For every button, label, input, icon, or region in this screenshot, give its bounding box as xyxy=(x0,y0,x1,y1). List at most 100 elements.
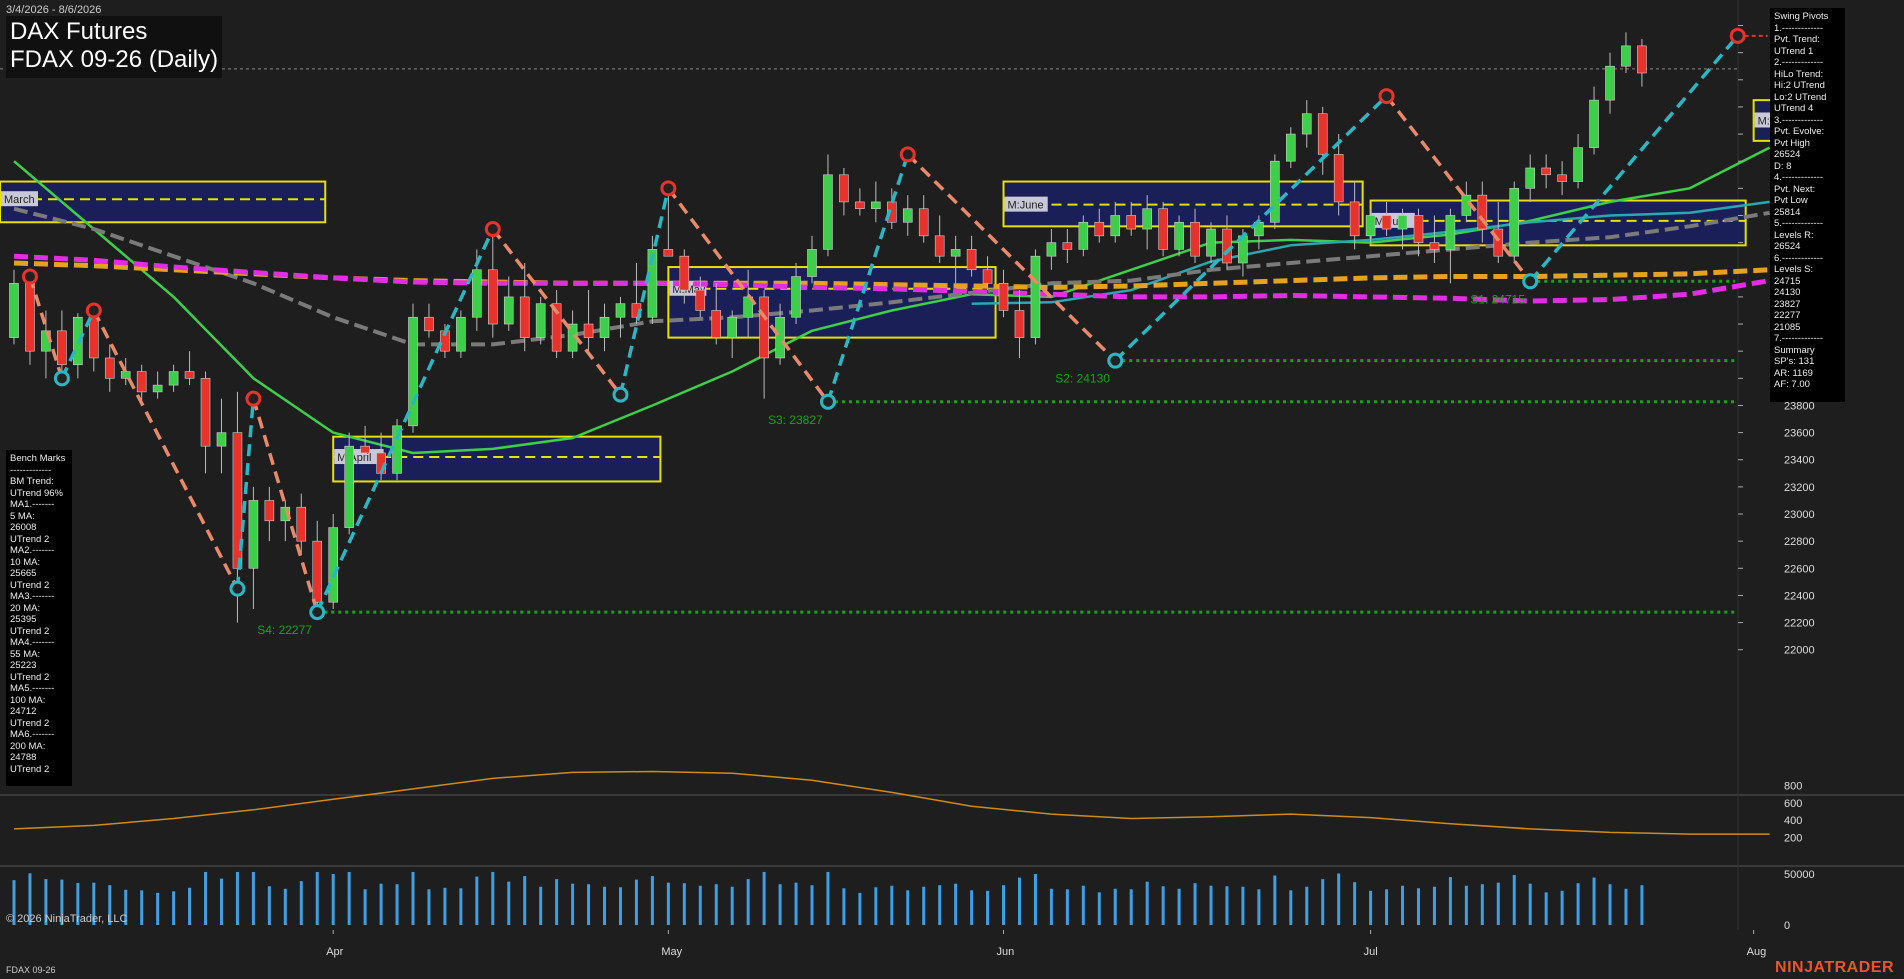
candle-body xyxy=(248,500,259,569)
candle-body xyxy=(264,500,275,522)
volume-bar xyxy=(1576,883,1580,925)
y-tick-label: 23800 xyxy=(1784,400,1815,412)
volume-bar xyxy=(890,885,894,925)
swing-high-marker xyxy=(899,146,916,163)
candle-body xyxy=(519,296,530,338)
volume-bar xyxy=(906,890,910,925)
volume-bar xyxy=(1289,890,1293,925)
candle-body xyxy=(934,235,945,257)
volume-bar xyxy=(938,885,942,925)
swing-pivots-line: 25814 xyxy=(1774,206,1801,218)
candle-body xyxy=(312,540,323,603)
benchmarks-line: 10 MA: xyxy=(10,556,41,568)
volume-bar xyxy=(1002,885,1006,925)
volume-bar xyxy=(682,883,686,925)
volume-bar xyxy=(315,871,319,925)
swing-line xyxy=(315,228,495,613)
candle-body xyxy=(663,249,674,257)
swing-line xyxy=(618,187,671,395)
volume-bar xyxy=(1241,886,1245,925)
indicator-tick-label: 200 xyxy=(1784,833,1802,845)
candle-body xyxy=(168,371,179,386)
volume-bar xyxy=(1097,892,1101,925)
benchmarks-line: MA3.------- xyxy=(10,591,55,602)
swing-pivots-line: 24130 xyxy=(1774,287,1801,298)
candle-body xyxy=(1637,45,1647,74)
candle-body xyxy=(1573,147,1583,182)
volume-bar xyxy=(1480,884,1484,925)
volume-bar xyxy=(1161,886,1165,925)
volume-bar xyxy=(299,881,303,925)
candle-body xyxy=(1525,167,1535,189)
candle-body xyxy=(152,384,163,393)
benchmarks-line: 20 MA: xyxy=(10,602,41,614)
instrument-title: DAX Futures xyxy=(10,18,148,45)
candle-body xyxy=(503,296,514,325)
candle-body xyxy=(759,296,769,359)
volume-bar xyxy=(363,889,367,925)
swing-pivots-line: UTrend 1 xyxy=(1774,45,1814,57)
swing-pivots-line: Lo:2 UTrend xyxy=(1774,91,1827,103)
candle-body xyxy=(1174,221,1184,250)
benchmarks-line: MA4.------- xyxy=(10,637,55,648)
benchmarks-line: 55 MA: xyxy=(10,648,41,660)
volume-bar xyxy=(172,891,176,925)
support-level-label: S2: 24130 xyxy=(1055,372,1110,386)
swing-pivots-line: 4.------------- xyxy=(1774,172,1824,183)
y-tick-label: 23200 xyxy=(1784,482,1815,494)
volume-bar xyxy=(219,878,223,925)
swing-pivots-line: Pvt. Trend: xyxy=(1774,34,1820,45)
swing-pivots-line: Pvt. Evolve: xyxy=(1774,126,1825,137)
candle-body xyxy=(1190,221,1200,257)
volume-bar xyxy=(1353,882,1357,925)
volume-bar xyxy=(283,888,287,925)
swing-pivots-line: 6.------------- xyxy=(1774,252,1824,264)
volume-bar xyxy=(858,892,862,925)
volume-bar xyxy=(188,887,192,925)
swing-pivots-line: Swing Pivots xyxy=(1774,11,1829,22)
candle-body xyxy=(104,357,115,379)
volume-bar xyxy=(1608,884,1612,925)
swing-high-marker xyxy=(85,302,102,319)
swing-high-marker xyxy=(245,390,262,407)
volume-bar xyxy=(1448,877,1452,925)
volume-bar xyxy=(411,871,415,925)
candle-body xyxy=(120,371,131,379)
swing-pivots-line: Summary xyxy=(1774,344,1815,356)
y-tick-label: 22600 xyxy=(1784,563,1815,575)
volume-bar xyxy=(1305,886,1309,925)
volume-bar xyxy=(922,886,926,925)
volume-bar xyxy=(794,882,798,925)
benchmarks-line: Bench Marks xyxy=(10,453,66,464)
benchmarks-line: MA1.------- xyxy=(10,499,55,510)
volume-bar xyxy=(156,892,160,925)
candle-body xyxy=(1493,228,1504,257)
volume-bar xyxy=(1225,886,1229,925)
benchmarks-line: 25223 xyxy=(10,660,37,671)
benchmarks-line: 100 MA: xyxy=(10,694,46,706)
volume-bar xyxy=(698,885,702,925)
candle-body xyxy=(1589,99,1599,148)
swing-pivots-line: AR: 1169 xyxy=(1774,367,1813,379)
y-tick-label: 22400 xyxy=(1784,590,1815,602)
candle-body xyxy=(823,174,833,250)
candle-body xyxy=(1062,242,1073,250)
volume-bar xyxy=(235,871,239,925)
monthly-value-box xyxy=(0,180,327,224)
volume-bar xyxy=(204,871,208,925)
candle-body xyxy=(1333,154,1344,203)
volume-bar xyxy=(666,882,670,925)
swing-high-marker xyxy=(21,268,38,285)
benchmarks-line: 200 MA: xyxy=(10,740,46,752)
volume-bar xyxy=(1544,892,1548,925)
benchmarks-line: 24788 xyxy=(10,752,37,763)
monthly-box-label: March xyxy=(4,194,35,206)
candle-body xyxy=(1142,208,1152,230)
date-range: 3/4/2026 - 8/6/2026 xyxy=(6,4,102,16)
swing-pivots-line: 23827 xyxy=(1774,298,1801,310)
indicator-tick-label: 800 xyxy=(1784,780,1802,792)
indicator-tick-label: 400 xyxy=(1784,815,1802,827)
support-levels-layer: S4: 22277 S3: 23827 S2: 24130 S1: 24715 xyxy=(257,34,1768,637)
candle-body xyxy=(1541,167,1551,176)
benchmarks-panel: Bench Marks ------------- BM Trend: UTrend … xyxy=(6,450,72,786)
